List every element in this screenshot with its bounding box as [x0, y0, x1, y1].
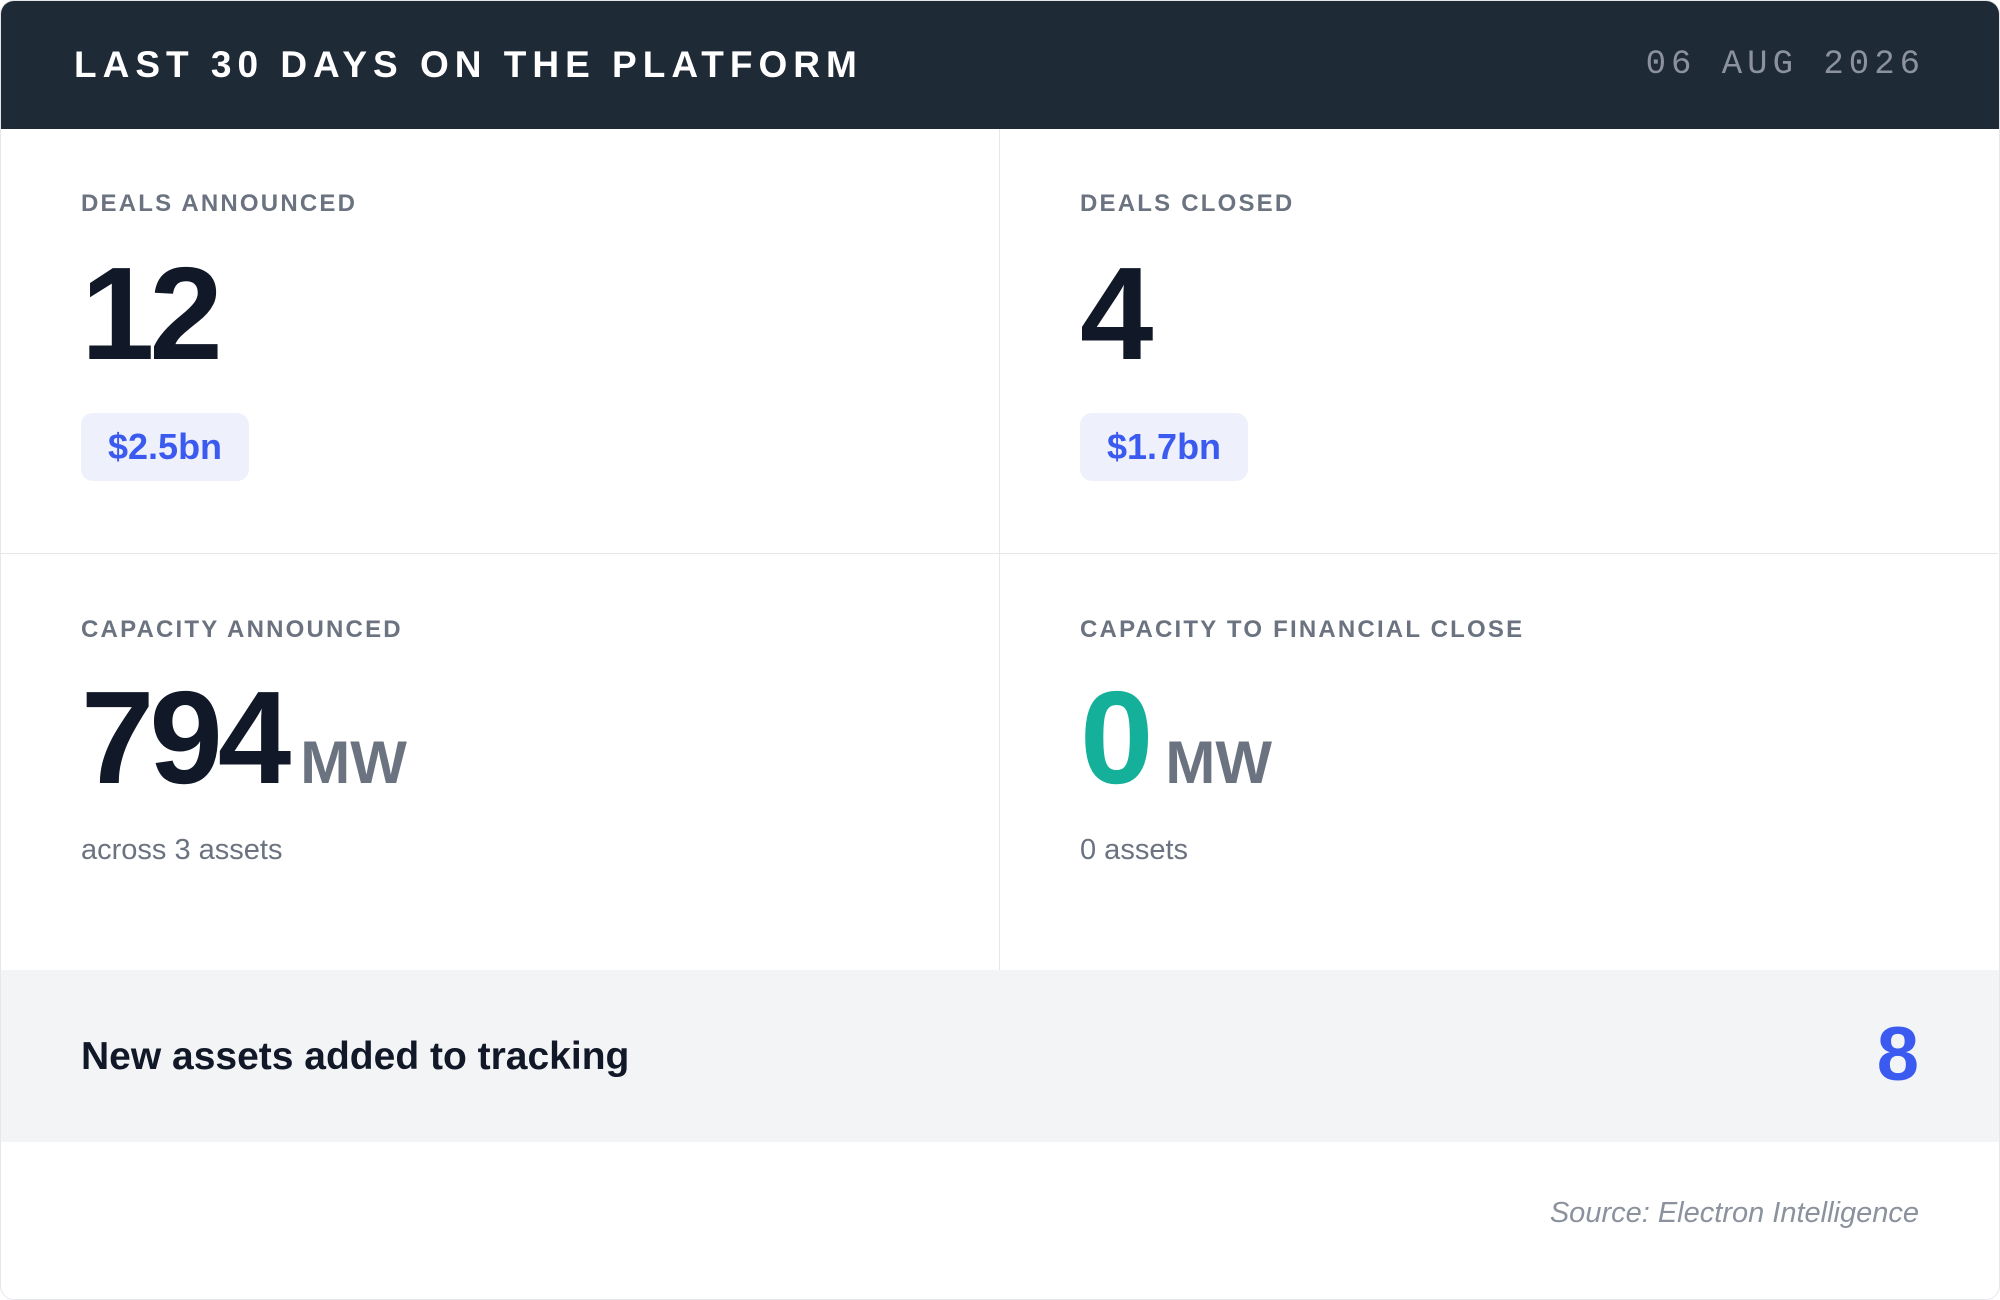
banner-value: 8 — [1876, 1012, 1919, 1097]
value-badge: $2.5bn — [81, 413, 250, 481]
metric-capacity-announced: CAPACITY ANNOUNCED 794 MW across 3 assets — [1, 554, 1000, 970]
metric-capacity-financial-close: CAPACITY TO FINANCIAL CLOSE 0 MW 0 assets — [1000, 554, 1998, 970]
metric-label: DEALS CLOSED — [1080, 190, 1295, 217]
source-credit: Source: Electron Intelligence — [1549, 1197, 1919, 1229]
metric-value-row: 0 MW — [1080, 663, 1272, 838]
metric-unit: MW — [300, 729, 407, 796]
metric-value: 12 — [81, 240, 223, 387]
metric-unit: MW — [1165, 729, 1273, 796]
metric-value: 0 — [1080, 664, 1153, 811]
header-title: LAST 30 DAYS ON THE PLATFORM — [74, 44, 863, 85]
new-assets-banner: New assets added to tracking 8 — [1, 970, 1999, 1142]
header-date: 06 AUG 2026 — [1645, 46, 1925, 84]
metric-label: CAPACITY ANNOUNCED — [81, 616, 403, 643]
value-badge: $1.7bn — [1080, 413, 1249, 481]
metric-value-row: 794 MW — [81, 663, 407, 838]
banner-label: New assets added to tracking — [81, 1035, 630, 1078]
metric-note: across 3 assets — [81, 834, 283, 866]
metric-deals-announced: DEALS ANNOUNCED 12 $2.5bn — [1, 129, 1000, 554]
metric-value: 794 — [81, 664, 291, 811]
platform-summary-card: LAST 30 DAYS ON THE PLATFORM 06 AUG 2026… — [0, 0, 2000, 1300]
metric-value: 4 — [1080, 240, 1153, 387]
metric-label: CAPACITY TO FINANCIAL CLOSE — [1080, 616, 1525, 643]
metric-deals-closed: DEALS CLOSED 4 $1.7bn — [1000, 129, 1998, 554]
metric-label: DEALS ANNOUNCED — [81, 190, 358, 217]
card-header: LAST 30 DAYS ON THE PLATFORM 06 AUG 2026 — [1, 1, 1999, 129]
metric-note: 0 assets — [1080, 834, 1188, 866]
